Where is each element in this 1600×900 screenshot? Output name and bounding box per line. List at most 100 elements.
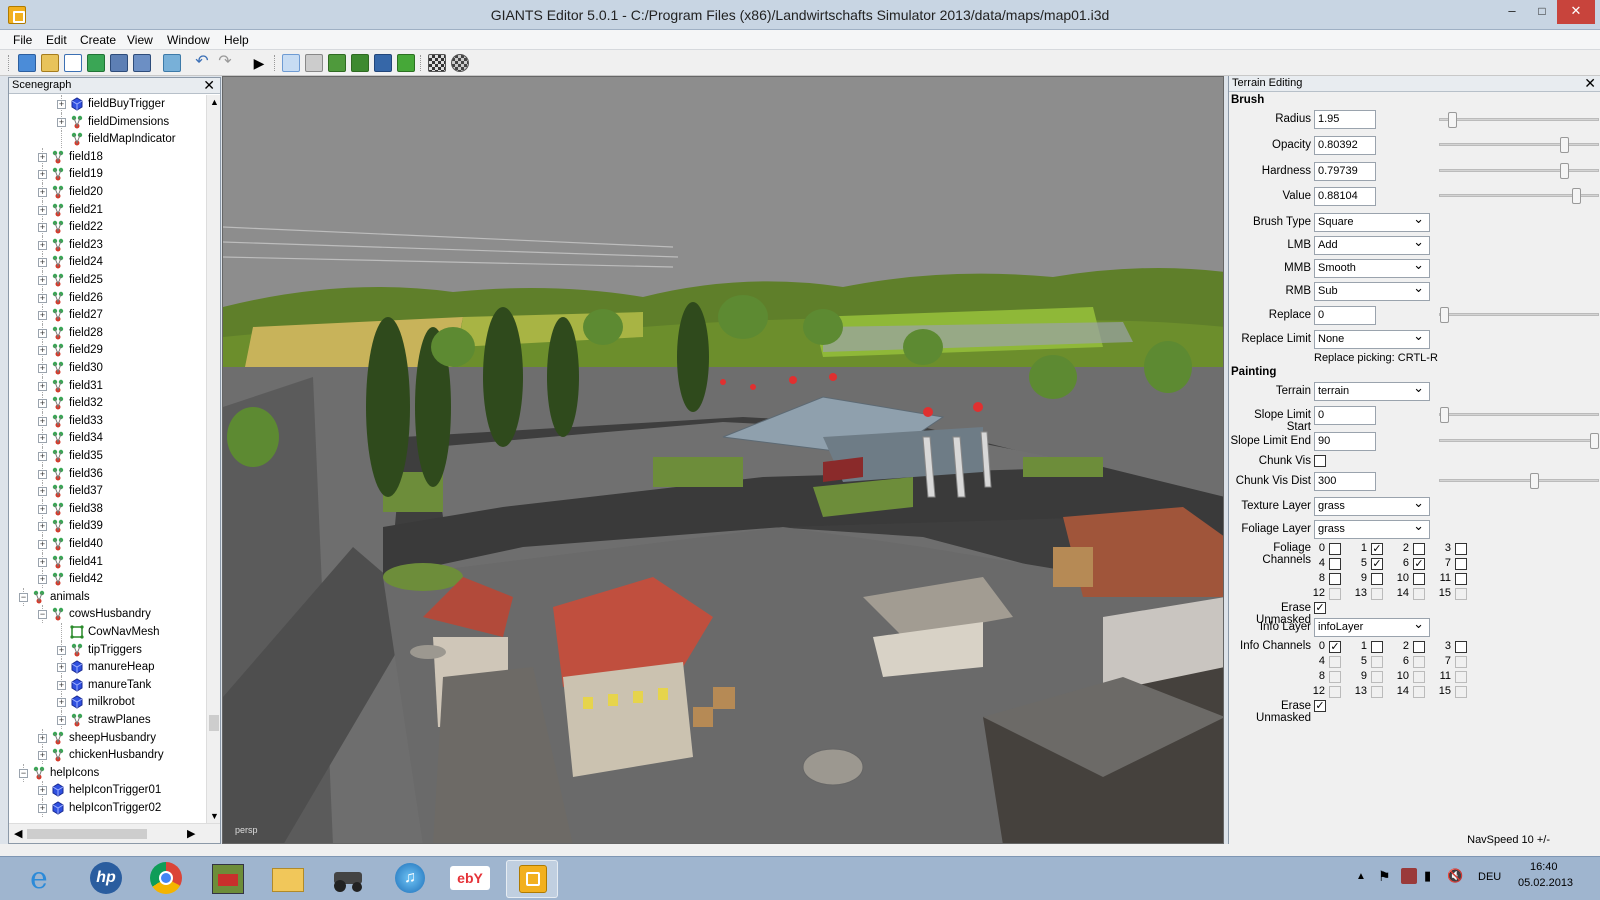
replace-limit-select[interactable]: None <box>1314 328 1430 349</box>
tree-node-field29[interactable]: + field29 <box>9 341 207 360</box>
terrain-paint-icon[interactable] <box>351 54 369 72</box>
undo-icon[interactable]: ↶ <box>193 54 211 72</box>
tree-expand-toggle[interactable]: + <box>38 223 47 233</box>
texture-layer-select[interactable]: grass <box>1314 495 1430 516</box>
tree-node-manureTank[interactable]: + manureTank <box>9 675 207 694</box>
tree-expand-toggle[interactable]: + <box>38 240 47 250</box>
foliage-channel-5-checkbox[interactable]: ✓ <box>1371 558 1383 570</box>
hp-icon[interactable]: hp <box>80 860 132 898</box>
tree-expand-toggle[interactable]: + <box>38 328 47 338</box>
tree-expand-toggle[interactable]: + <box>38 381 47 391</box>
close-button[interactable]: ✕ <box>1557 0 1595 24</box>
tree-expand-toggle[interactable]: + <box>38 540 47 549</box>
tree-expand-toggle[interactable]: + <box>38 364 47 373</box>
move-mode-icon[interactable] <box>305 54 323 72</box>
tree-expand-toggle[interactable]: + <box>38 434 47 444</box>
farming-sim-icon[interactable] <box>202 860 254 898</box>
tree-expand-toggle[interactable]: + <box>38 399 47 409</box>
internet-explorer-icon[interactable]: e <box>18 860 70 898</box>
tree-node-field28[interactable]: + field28 <box>9 323 207 342</box>
tree-node-field24[interactable]: + field24 <box>9 253 207 272</box>
radius-slider[interactable] <box>1439 112 1599 128</box>
tree-expand-toggle[interactable]: + <box>38 733 47 743</box>
tree-expand-toggle[interactable]: + <box>57 645 66 655</box>
tree-node-field30[interactable]: + field30 <box>9 359 207 377</box>
foliage-channel-0-checkbox[interactable] <box>1329 543 1341 555</box>
erase-unmasked-checkbox-1[interactable]: ✓ <box>1314 602 1326 614</box>
tree-expand-toggle[interactable]: + <box>57 698 66 708</box>
network-icon[interactable]: ▮ <box>1424 868 1431 884</box>
tray-expand-icon[interactable]: ▲ <box>1356 871 1366 882</box>
tree-expand-toggle[interactable]: + <box>57 117 66 127</box>
tree-node-field37[interactable]: + field37 <box>9 482 207 501</box>
foliage-channel-9-checkbox[interactable] <box>1371 573 1383 585</box>
tree-node-field35[interactable]: + field35 <box>9 447 207 465</box>
ebay-icon[interactable]: ebY <box>444 860 496 898</box>
tree-expand-toggle[interactable]: + <box>38 152 47 162</box>
tree-node-field42[interactable]: + field42 <box>9 570 207 589</box>
menu-edit[interactable]: Edit <box>46 33 67 47</box>
tree-node-field19[interactable]: + field19 <box>9 165 207 184</box>
hardness-slider[interactable] <box>1439 163 1599 179</box>
tree-expand-toggle[interactable]: + <box>38 751 47 761</box>
foliage-channel-6-checkbox[interactable]: ✓ <box>1413 558 1425 570</box>
tree-expand-toggle[interactable]: + <box>38 575 47 585</box>
info-layer-select[interactable]: infoLayer <box>1314 616 1430 637</box>
tree-expand-toggle[interactable]: + <box>38 276 47 285</box>
tree-node-field20[interactable]: + field20 <box>9 183 207 201</box>
tree-node-field33[interactable]: + field33 <box>9 411 207 430</box>
play-icon[interactable]: ▶ <box>250 54 268 72</box>
tree-node-helpIconTrigger02[interactable]: + helpIconTrigger02 <box>9 799 207 817</box>
tree-node-field31[interactable]: + field31 <box>9 376 207 395</box>
foliage-channel-1-checkbox[interactable]: ✓ <box>1371 543 1383 555</box>
tree-expand-toggle[interactable]: + <box>38 804 47 813</box>
tree-node-CowNavMesh[interactable]: CowNavMesh <box>9 623 207 641</box>
volume-muted-icon[interactable]: 🔇 <box>1447 868 1463 884</box>
replace-input[interactable]: 0 <box>1314 306 1376 325</box>
erase-unmasked-checkbox-2[interactable]: ✓ <box>1314 700 1326 712</box>
foliage-channel-3-checkbox[interactable] <box>1455 543 1467 555</box>
tree-expand-toggle[interactable]: + <box>38 311 47 321</box>
tree-expand-toggle[interactable]: + <box>57 680 66 690</box>
snap-icon[interactable] <box>451 54 469 72</box>
tree-expand-toggle[interactable]: + <box>57 716 66 725</box>
value-slider[interactable] <box>1439 188 1599 204</box>
tree-expand-toggle[interactable]: + <box>38 346 47 356</box>
open-file-icon[interactable] <box>41 54 59 72</box>
replace-slider[interactable] <box>1439 307 1599 323</box>
tree-expand-toggle[interactable]: + <box>38 469 47 479</box>
info-channel-3-checkbox[interactable] <box>1455 641 1467 653</box>
tree-node-animals[interactable]: − animals <box>9 587 207 606</box>
chunk-vis-dist-input[interactable]: 300 <box>1314 472 1376 491</box>
tree-node-strawPlanes[interactable]: + strawPlanes <box>9 711 207 729</box>
tree-node-field32[interactable]: + field32 <box>9 394 207 413</box>
tree-node-field22[interactable]: + field22 <box>9 218 207 237</box>
new-file-icon[interactable] <box>18 54 36 72</box>
tree-expand-toggle[interactable]: + <box>38 258 47 268</box>
tree-expand-toggle[interactable]: + <box>38 170 47 180</box>
grid-icon[interactable] <box>428 54 446 72</box>
mmb-select[interactable]: Smooth <box>1314 257 1430 278</box>
tree-node-tipTriggers[interactable]: + tipTriggers <box>9 640 207 659</box>
chrome-icon[interactable] <box>140 860 192 898</box>
tree-expand-toggle[interactable]: − <box>19 768 28 778</box>
tree-node-field34[interactable]: + field34 <box>9 429 207 448</box>
tree-expand-toggle[interactable]: + <box>38 786 47 796</box>
foliage-channel-11-checkbox[interactable] <box>1455 573 1467 585</box>
tree-node-field21[interactable]: + field21 <box>9 200 207 219</box>
foliage-channel-4-checkbox[interactable] <box>1329 558 1341 570</box>
scenegraph-close-icon[interactable]: ✕ <box>203 77 215 94</box>
minimize-button[interactable]: – <box>1497 0 1527 24</box>
info-channel-2-checkbox[interactable] <box>1413 641 1425 653</box>
tree-node-sheepHusbandry[interactable]: + sheepHusbandry <box>9 728 207 747</box>
tree-expand-toggle[interactable]: + <box>38 504 47 514</box>
menu-file[interactable]: File <box>13 33 32 47</box>
slope-limit-start-input[interactable]: 0 <box>1314 406 1376 425</box>
tree-node-milkrobot[interactable]: + milkrobot <box>9 693 207 712</box>
save-icon[interactable] <box>110 54 128 72</box>
slope-limit-start-slider[interactable] <box>1439 407 1599 423</box>
scenegraph-vertical-scrollbar[interactable]: ▲ ▼ <box>206 95 220 823</box>
tree-expand-toggle[interactable]: + <box>57 100 66 109</box>
tree-node-helpIcons[interactable]: − helpIcons <box>9 763 207 782</box>
reload-icon[interactable] <box>87 54 105 72</box>
